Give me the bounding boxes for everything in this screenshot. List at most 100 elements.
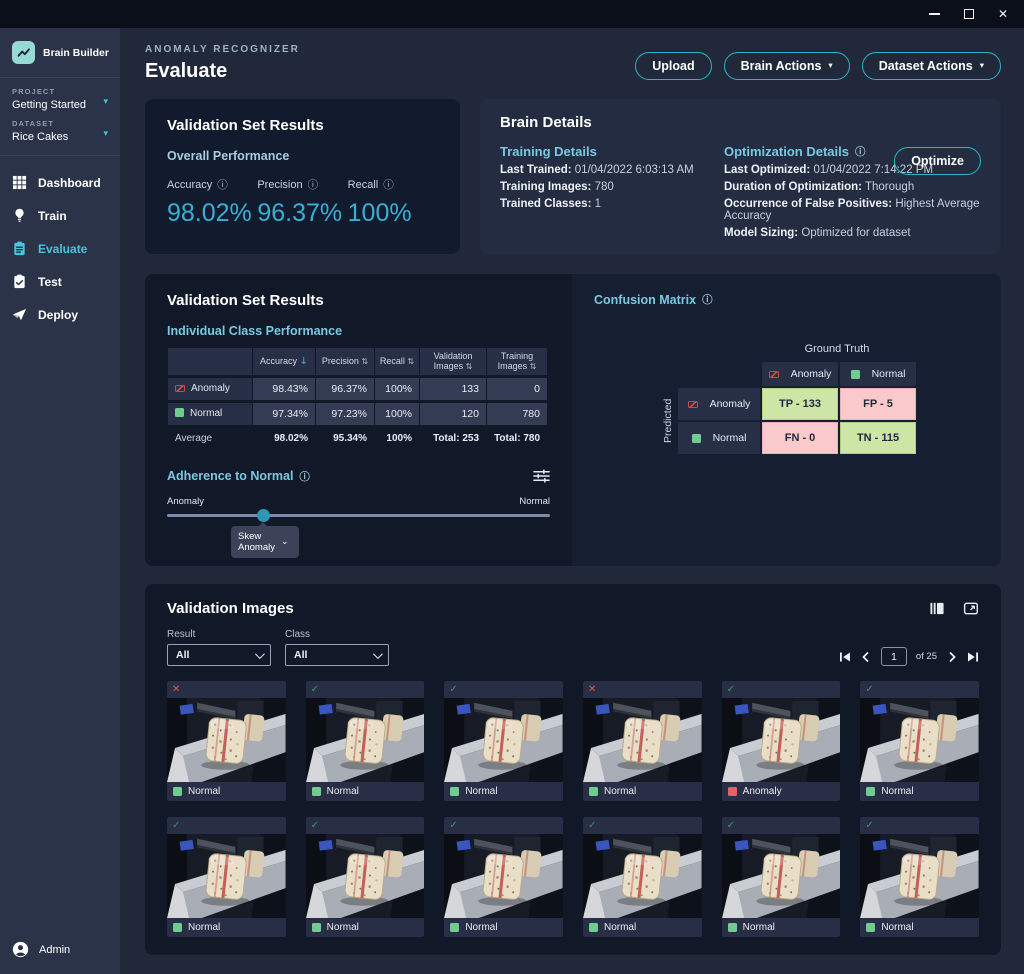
sidebar-item-dashboard[interactable]: Dashboard [0,166,120,199]
result-filter-select[interactable]: All [167,644,271,666]
window-maximize-icon[interactable] [964,9,974,19]
slider-right-label: Normal [519,496,550,507]
info-icon[interactable]: ⓘ [299,469,310,484]
validation-image-tile[interactable]: ✓Normal [583,817,702,937]
validation-image[interactable] [583,698,702,782]
validation-image-tile[interactable]: ✓Normal [167,817,286,937]
info-icon[interactable]: ⓘ [855,144,866,159]
validation-image[interactable] [167,834,286,918]
table-row-normal: Normal 97.34% 97.23% 100% 120 780 [168,403,547,425]
class-performance-table: Accuracy ↓ Precision ⇅ Recall ⇅ Validati… [167,345,548,452]
validation-image[interactable] [860,834,979,918]
brain-builder-logo-icon [12,41,35,64]
project-selector[interactable]: PROJECT Getting Started ▾ [12,87,108,111]
status-icon: ✓ [865,685,873,695]
detail-view-icon[interactable] [929,601,945,616]
upload-button[interactable]: Upload [635,52,711,80]
previous-page-icon[interactable] [860,651,872,663]
page-number-input[interactable]: 1 [881,647,907,666]
validation-image-tile[interactable]: ✓Normal [444,681,563,801]
validation-image[interactable] [444,834,563,918]
sidebar-item-label: Test [38,275,62,289]
validation-image[interactable] [306,698,425,782]
validation-image-tile[interactable]: ✓Anomaly [722,681,841,801]
validation-image[interactable] [583,834,702,918]
chevron-down-icon: ▾ [103,97,108,107]
slider-settings-icon[interactable] [533,469,550,483]
training-details: Training Details Last Trained: 01/04/202… [500,144,698,239]
gt-anomaly-header: Anomaly [762,362,838,386]
accuracy-column-header[interactable]: Accuracy ↓ [253,348,315,375]
expand-view-icon[interactable] [963,601,979,616]
validation-images-grid: ✕Normal ✓Normal ✓Normal ✕Normal ✓Anomaly… [167,681,979,937]
tile-status-bar: ✓ [444,681,563,698]
dataset-selector[interactable]: DATASET Rice Cakes ▾ [12,119,108,143]
next-page-icon[interactable] [946,651,958,663]
skew-dropdown[interactable]: SkewAnomaly ⌄ [231,526,299,559]
validation-image[interactable] [860,698,979,782]
info-icon[interactable]: ⓘ [217,177,228,192]
tile-class-bar: Normal [860,918,979,937]
adherence-slider[interactable] [167,514,550,517]
validation-results-card: Validation Set Results Individual Class … [145,274,1001,566]
tile-class-bar: Anomaly [722,782,841,801]
tile-class-bar: Normal [306,918,425,937]
validation-image-tile[interactable]: ✓Normal [306,817,425,937]
last-page-icon[interactable] [967,651,979,663]
validation-image-tile[interactable]: ✓Normal [860,681,979,801]
status-icon: ✕ [588,685,596,695]
send-icon [12,307,27,322]
validation-image[interactable] [167,698,286,782]
validation-image-tile[interactable]: ✓Normal [444,817,563,937]
window-close-icon[interactable]: ✕ [998,8,1008,20]
true-positive-cell: TP - 133 [762,388,838,420]
validation-image[interactable] [722,834,841,918]
validation-image-tile[interactable]: ✕Normal [167,681,286,801]
info-icon[interactable]: ⓘ [702,292,713,307]
validation-image-tile[interactable]: ✓Normal [860,817,979,937]
training-images-column-header[interactable]: Training Images ⇅ [487,348,547,375]
class-color-icon [312,787,321,796]
sidebar-item-test[interactable]: Test [0,265,120,298]
optimize-button[interactable]: Optimize [894,147,981,175]
slider-thumb[interactable] [257,509,270,522]
window-minimize-icon[interactable] [929,13,940,15]
anomaly-class-icon [769,371,779,378]
validation-image[interactable] [444,698,563,782]
validation-image-tile[interactable]: ✓Normal [306,681,425,801]
class-filter-select[interactable]: All [285,644,389,666]
recall-column-header[interactable]: Recall ⇅ [375,348,419,375]
page-title: Evaluate [145,60,300,83]
validation-image[interactable] [306,834,425,918]
precision-value: 96.37% [257,199,347,228]
confusion-matrix-heading: Confusion Matrix [594,293,696,307]
sidebar-item-evaluate[interactable]: Evaluate [0,232,120,265]
brain-details-card: Brain Details Optimize Training Details … [480,99,1001,254]
validation-images-title: Validation Images [167,600,294,617]
validation-images-column-header[interactable]: Validation Images ⇅ [420,348,486,375]
class-color-icon [589,787,598,796]
overall-performance-heading: Overall Performance [167,149,438,163]
class-filter: Class All [285,629,389,666]
brain-actions-button[interactable]: Brain Actions▾ [724,52,850,80]
status-icon: ✓ [449,821,457,831]
training-details-heading: Training Details [500,144,698,159]
validation-image-tile[interactable]: ✓Normal [722,817,841,937]
info-icon[interactable]: ⓘ [383,177,394,192]
dataset-actions-button[interactable]: Dataset Actions▾ [862,52,1001,80]
validation-image-tile[interactable]: ✕Normal [583,681,702,801]
tile-class-bar: Normal [722,918,841,937]
anomaly-class-icon [175,385,185,392]
class-color-icon [728,787,737,796]
info-icon[interactable]: ⓘ [308,177,319,192]
sidebar-item-deploy[interactable]: Deploy [0,298,120,331]
user-menu[interactable]: Admin [0,927,120,974]
precision-column-header[interactable]: Precision ⇅ [316,348,374,375]
sidebar-item-train[interactable]: Train [0,199,120,232]
recall-value: 100% [348,199,438,228]
sort-icon: ⇅ [530,362,537,371]
table-row-average: Average 98.02% 95.34% 100% Total: 253 To… [168,428,547,449]
window-titlebar: ✕ [0,0,1024,28]
validation-image[interactable] [722,698,841,782]
first-page-icon[interactable] [839,651,851,663]
